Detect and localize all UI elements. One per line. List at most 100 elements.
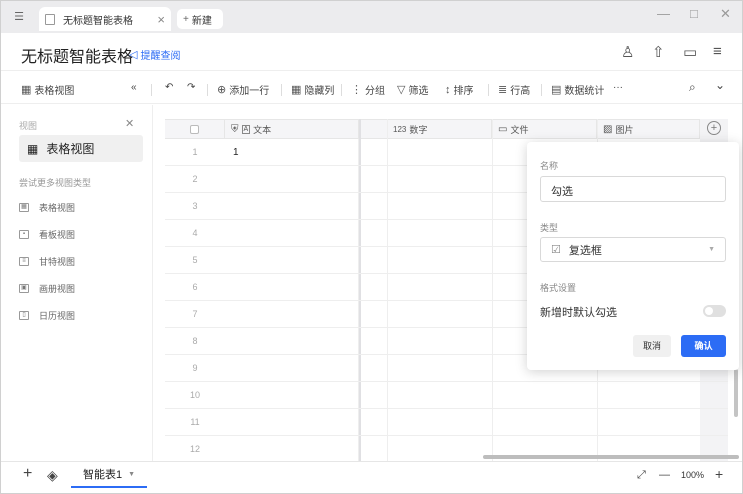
zoom-in-button[interactable]: + [715,466,723,482]
search-icon[interactable]: ⌕ [689,80,696,95]
divider [541,84,542,96]
plus-circle-icon: ⊕ [217,84,227,96]
view-type-label: 日历视图 [39,311,76,321]
share-icon[interactable]: ⇧ [652,43,665,61]
sidebar-item-table-view[interactable]: ▦ 表格视图 [19,135,143,162]
sidebar-item-label: 表格视图 [46,142,95,156]
undo-icon[interactable]: ↶ [165,82,173,93]
add-sheet-icon[interactable]: + [23,465,32,483]
sidebar-view-type-kanban[interactable]: ▪ 看板视图 [19,228,75,241]
app-window: ☰ 无标题智能表格 × + 新建 — □ ✕ 无标题智能表格 ◁ 提醒查阅 ♙ … [0,0,743,494]
add-column-icon[interactable]: + [707,121,721,135]
column-header-label: 文本 [253,125,272,135]
views-section-label: 视图 [19,121,38,131]
new-tab-icon: + [183,13,189,25]
text-cell[interactable] [225,274,359,301]
sort-button[interactable]: ↕ 排序 [445,82,474,98]
text-cell[interactable]: 1 [225,139,359,166]
column-header-number[interactable]: 123 数字 [387,120,492,139]
stats-icon: ▤ [551,84,562,96]
text-cell[interactable] [225,409,359,436]
document-title[interactable]: 无标题智能表格 [21,43,133,67]
maximize-button[interactable]: □ [690,6,698,21]
column-header-file[interactable]: ▭ 文件 [492,120,597,139]
sidebar-view-type-table[interactable]: ▦ 表格视图 [19,201,75,214]
column-header-label: 数字 [409,125,428,135]
group-label: 分组 [365,86,385,97]
default-check-toggle[interactable] [703,305,726,317]
sidebar-view-type-gallery[interactable]: ▣ 画册视图 [19,282,75,295]
add-row-button[interactable]: ⊕ 添加一行 [217,82,269,97]
field-name-input[interactable]: 勾选 [540,176,726,202]
cancel-button[interactable]: 取消 [633,335,671,357]
layers-icon[interactable]: ◈ [47,467,58,484]
data-stats-button[interactable]: ▤ 数据统计 [551,82,604,97]
table-row[interactable]: 11 [165,409,728,436]
close-window-button[interactable]: ✕ [720,6,731,22]
tab-close-icon[interactable]: × [157,12,165,27]
data-stats-label: 数据统计 [564,86,605,97]
more-button[interactable]: ··· [613,82,623,93]
text-cell[interactable] [225,220,359,247]
fit-screen-icon[interactable]: ⤢ [637,469,646,482]
view-type-label: 画册视图 [39,284,76,294]
text-cell[interactable] [225,301,359,328]
text-cell[interactable] [225,328,359,355]
group-button[interactable]: ⋮ 分组 [351,82,385,97]
gallery-icon: ▣ [19,284,29,293]
gantt-icon: ≡ [19,257,29,266]
tab-menu-icon[interactable]: ☰ [11,9,27,25]
vertical-scrollbar[interactable] [734,369,738,417]
new-tab-button[interactable]: + 新建 [177,9,223,29]
redo-icon[interactable]: ↷ [187,82,195,93]
table-row[interactable]: 10 [165,382,728,409]
image-icon: ▨ [603,124,613,135]
text-cell[interactable] [225,247,359,274]
text-cell[interactable] [225,193,359,220]
divider [151,84,152,96]
confirm-button[interactable]: 确认 [681,335,726,357]
sidebar-view-type-gantt[interactable]: ≡ 甘特视图 [19,255,75,268]
pin-icon[interactable]: ✕ [125,117,134,130]
remind-button[interactable]: ◁ 提醒查阅 [129,47,180,62]
text-cell[interactable] [225,382,359,409]
calendar-icon: ▯ [19,311,29,320]
tab-active-document[interactable]: 无标题智能表格 × [39,7,171,31]
divider [207,84,208,96]
chevron-down-icon: ▼ [708,246,715,253]
view-type-label: 甘特视图 [39,257,76,267]
horizontal-scrollbar[interactable] [483,455,739,459]
sidebar-view-type-calendar[interactable]: ▯ 日历视图 [19,309,75,322]
divider [281,84,282,96]
filter-button[interactable]: ▽ 筛选 [397,82,428,97]
text-cell[interactable] [225,166,359,193]
toggle-knob [705,307,713,315]
select-all-checkbox[interactable] [165,120,225,139]
text-cell[interactable] [225,355,359,382]
menu-icon[interactable]: ≡ [713,43,722,60]
column-header-text[interactable]: ⛨ A 文本 [225,120,359,139]
view-switcher[interactable]: ▦ 表格视图 [21,82,74,97]
collapse-sidebar-icon[interactable]: « [131,82,137,93]
divider [341,84,342,96]
comment-icon[interactable]: ▭ [683,43,697,61]
field-type-select[interactable]: ☑ 复选框 ▼ [540,237,726,262]
row-number: 6 [192,282,198,292]
add-user-icon[interactable]: ♙ [621,43,634,61]
text-cell[interactable] [225,436,359,461]
filter-icon: ▽ [397,84,406,96]
zoom-out-button[interactable]: — [659,469,670,481]
field-type-value: 复选框 [568,244,602,257]
sort-label: 排序 [453,86,474,97]
column-header-image[interactable]: ▨ 图片 [597,120,700,139]
row-number: 2 [192,174,198,184]
chevron-down-icon[interactable]: ⌄ [715,78,725,92]
sheet-tab[interactable]: 智能表1 ▼ [71,462,147,488]
zoom-level: 100% [681,470,705,480]
minimize-button[interactable]: — [657,6,670,21]
hide-columns-button[interactable]: ▦ 隐藏列 [291,82,334,97]
column-header-label: 图片 [615,125,634,135]
row-height-button[interactable]: ≣ 行高 [498,82,530,97]
default-check-label: 新增时默认勾选 [540,307,617,319]
tab-label: 无标题智能表格 [63,15,133,27]
